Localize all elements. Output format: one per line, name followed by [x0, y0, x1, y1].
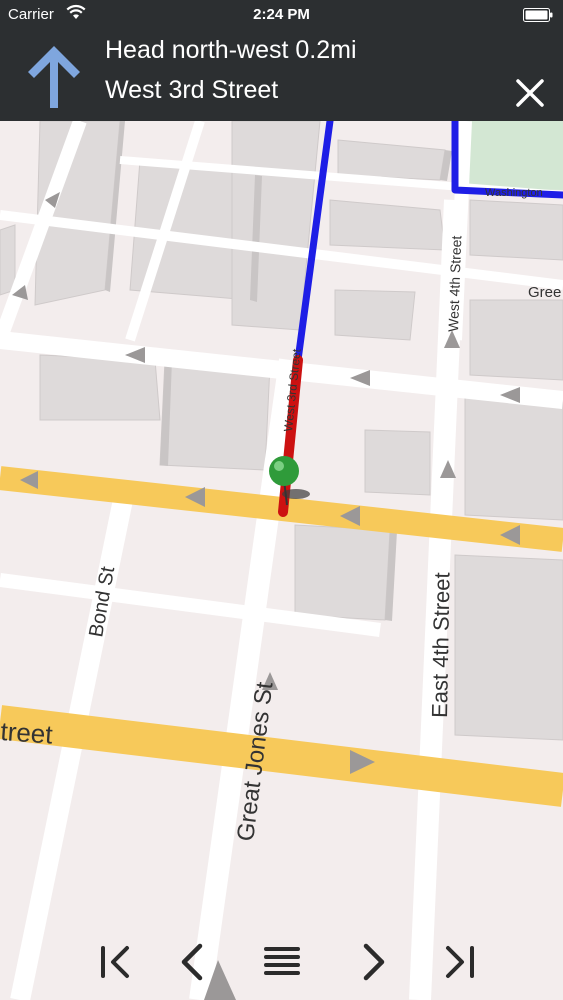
- label-washington: Washington: [485, 187, 543, 199]
- route-controls: [0, 930, 563, 990]
- arrow-up-icon: [28, 46, 80, 108]
- status-time: 2:24 PM: [253, 6, 310, 23]
- map-view[interactable]: West 4th Street West 3rd Street Gree Was…: [0, 121, 563, 1000]
- map-canvas[interactable]: West 4th Street West 3rd Street Gree Was…: [0, 121, 563, 1000]
- skip-to-end-icon[interactable]: [436, 940, 480, 984]
- close-icon[interactable]: [515, 78, 545, 108]
- chevron-right-icon[interactable]: [352, 940, 396, 984]
- maneuver-street: West 3rd Street: [105, 76, 279, 104]
- list-icon[interactable]: [260, 940, 304, 984]
- label-west-4th-street: West 4th Street: [445, 235, 464, 332]
- chevron-left-icon[interactable]: [170, 940, 214, 984]
- navigation-header: Head north-west 0.2mi West 3rd Street: [0, 30, 563, 121]
- skip-to-start-icon[interactable]: [95, 940, 139, 984]
- maneuver-instruction: Head north-west 0.2mi: [105, 36, 357, 64]
- label-street-fragment: treet: [0, 716, 54, 750]
- label-greene: Gree: [528, 284, 561, 301]
- navigation-screen: Carrier 2:24 PM Head north-west 0.2mi We…: [0, 0, 563, 1000]
- label-east-4th-street: East 4th Street: [427, 572, 455, 718]
- battery-icon: [523, 8, 553, 22]
- status-bar: Carrier 2:24 PM: [0, 0, 563, 30]
